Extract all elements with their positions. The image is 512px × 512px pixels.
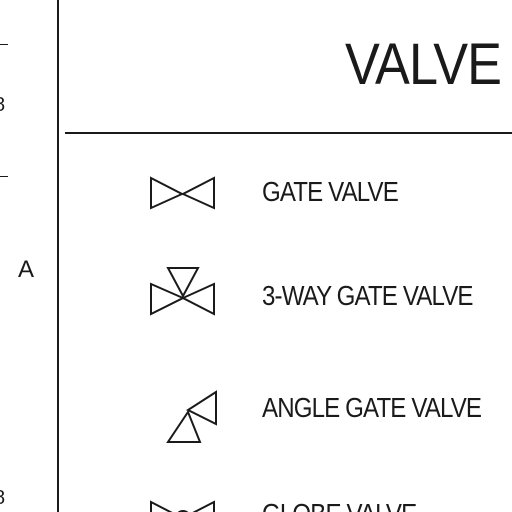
legend-label: GATE VALVE [262, 176, 399, 207]
legend-row-globe-valve: GLOBE VALVE [0, 496, 512, 512]
legend-label: 3-WAY GATE VALVE [262, 280, 473, 311]
drawing-sheet: 8 8 A VALVE GATE VALVE 3-WAY GATE VALVE … [0, 0, 512, 512]
legend-label: ANGLE GATE VALVE [262, 392, 482, 423]
legend-title: VALVE [345, 32, 502, 97]
angle-gate-valve-icon [166, 390, 217, 443]
title-underline [65, 132, 512, 134]
legend-row-gate-valve: GATE VALVE [0, 168, 512, 218]
border-edge-mark: 8 [0, 95, 5, 115]
gate-valve-icon [150, 176, 215, 210]
legend-row-3-way-gate-valve: 3-WAY GATE VALVE [0, 262, 512, 324]
legend-row-angle-gate-valve: ANGLE GATE VALVE [0, 384, 512, 446]
globe-valve-icon [150, 500, 215, 512]
3-way-gate-valve-icon [150, 267, 215, 316]
legend-label: GLOBE VALVE [262, 500, 417, 512]
border-tick [0, 44, 8, 45]
